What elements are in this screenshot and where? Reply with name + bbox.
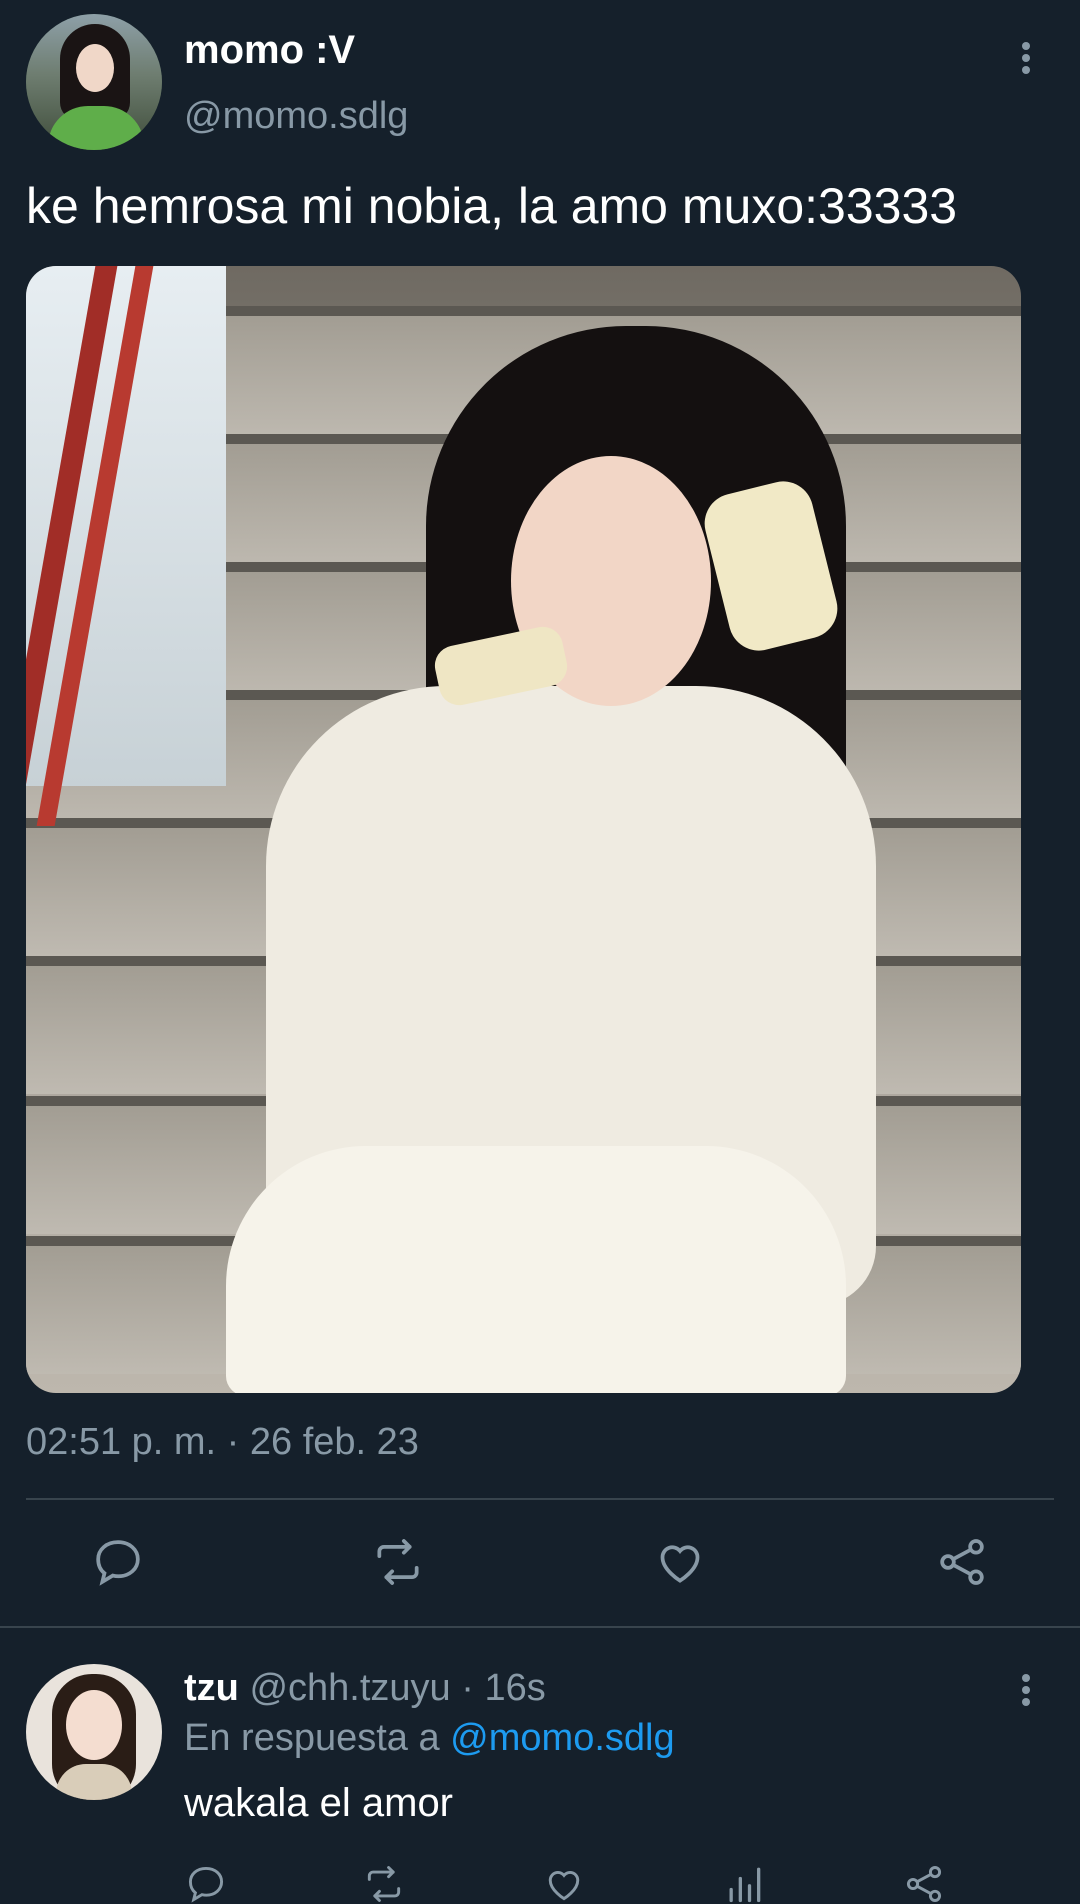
like-icon[interactable] (652, 1534, 708, 1590)
share-icon[interactable] (902, 1862, 946, 1904)
reply-meta: tzu @chh.tzuyu · 16s (184, 1666, 546, 1710)
divider (0, 1626, 1080, 1628)
share-icon[interactable] (934, 1534, 990, 1590)
meta-separator: · (450, 1667, 485, 1709)
retweet-icon[interactable] (370, 1534, 426, 1590)
author-avatar[interactable] (26, 14, 162, 150)
reply-context: En respuesta a @momo.sdlg (184, 1716, 675, 1760)
reply-author-name[interactable]: tzu (184, 1667, 239, 1709)
reply-icon[interactable] (184, 1862, 228, 1904)
reply-author-avatar[interactable] (26, 1664, 162, 1800)
reply-prefix: En respuesta a (184, 1717, 451, 1759)
more-options-icon[interactable] (1014, 1672, 1038, 1708)
analytics-icon[interactable] (722, 1862, 766, 1904)
reply-icon[interactable] (90, 1534, 146, 1590)
replied-to-handle-link[interactable]: @momo.sdlg (450, 1717, 674, 1759)
reply-text: wakala el amor (184, 1781, 454, 1825)
reply-time: 16s (484, 1667, 546, 1709)
more-options-icon[interactable] (1014, 40, 1038, 76)
like-icon[interactable] (542, 1862, 586, 1904)
divider (26, 1498, 1054, 1500)
tweet-detail-page: momo :V @momo.sdlg ke hemrosa mi nobia, … (0, 0, 1080, 1904)
tweet-timestamp: 02:51 p. m. · 26 feb. 23 (26, 1421, 419, 1463)
tweet-text: ke hemrosa mi nobia, la amo muxo:33333 (26, 178, 958, 234)
author-handle[interactable]: @momo.sdlg (184, 94, 408, 138)
tweet-photo[interactable] (26, 266, 1021, 1393)
retweet-icon[interactable] (362, 1862, 406, 1904)
reply-author-handle[interactable]: @chh.tzuyu (249, 1667, 450, 1709)
author-name[interactable]: momo :V (184, 28, 355, 72)
